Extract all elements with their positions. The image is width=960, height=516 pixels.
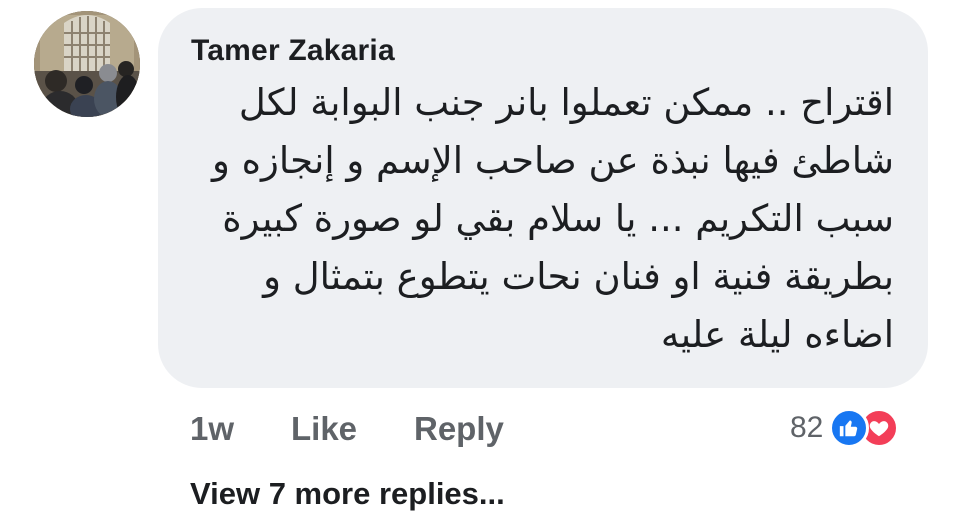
comment-bubble: Tamer Zakaria اقتراح .. ممكن تعملوا بانر…	[158, 8, 928, 388]
comment-author[interactable]: Tamer Zakaria	[191, 34, 395, 68]
comment-text-line: اقتراح .. ممكن تعملوا بانر جنب البوابة ل…	[238, 81, 894, 124]
comment-text-line: سبب التكريم ... يا سلام بقي لو صورة كبير…	[222, 197, 894, 240]
comment-text: اقتراح .. ممكن تعملوا بانر جنب البوابة ل…	[194, 74, 894, 364]
comment-thread: Tamer Zakaria اقتراح .. ممكن تعملوا بانر…	[0, 0, 960, 516]
comment-text-line: بطريقة فنية او فنان نحات يتطوع بتمثال و	[263, 255, 894, 298]
reaction-count: 82	[790, 411, 824, 444]
avatar[interactable]	[34, 11, 140, 117]
reply-button[interactable]: Reply	[414, 410, 504, 448]
reaction-summary[interactable]: 82	[790, 406, 900, 450]
like-icon	[829, 408, 870, 448]
avatar-photo	[34, 11, 140, 117]
like-button[interactable]: Like	[291, 410, 357, 448]
comment-text-line: اضاءه ليلة عليه	[660, 313, 894, 356]
comment-text-line: شاطئ فيها نبذة عن صاحب الإسم و إنجازه و	[212, 139, 894, 182]
comment-timestamp[interactable]: 1w	[190, 410, 234, 448]
view-more-replies-link[interactable]: View 7 more replies...	[190, 476, 505, 512]
